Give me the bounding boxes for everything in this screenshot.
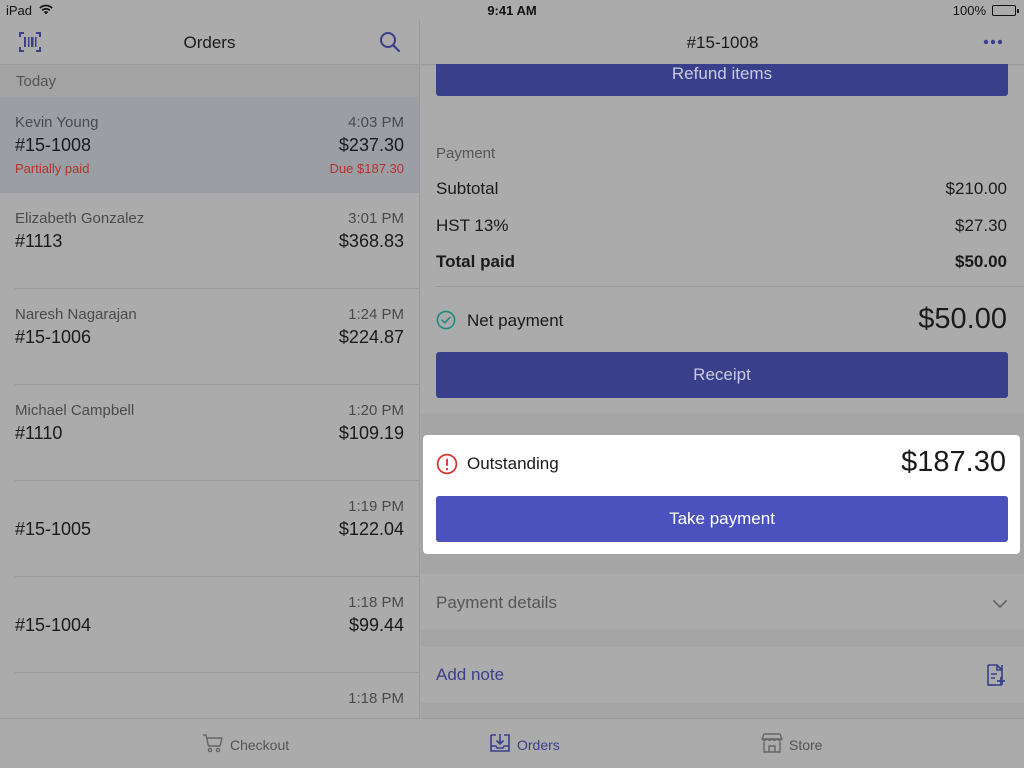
payment-divider (436, 286, 1024, 287)
order-row[interactable]: Michael Campbell 1:20 PM #1110 $109.19 (0, 385, 419, 481)
order-amount: $237.30 (338, 135, 404, 155)
total-paid-label: Total paid (436, 252, 516, 271)
tax-value: $27.30 (955, 216, 1007, 235)
payment-card: Payment Subtotal $210.00 HST 13% $27.30 … (421, 128, 1024, 414)
amount-due: Due $187.30 (329, 161, 404, 176)
order-row[interactable]: Elizabeth Gonzalez 3:01 PM #1113 $368.83 (0, 193, 419, 289)
order-time: 1:20 PM (348, 402, 404, 419)
orders-icon (489, 733, 511, 756)
order-number: #1113 (15, 231, 63, 251)
status-right: 100% (952, 3, 1019, 18)
tax-label: HST 13% (436, 216, 509, 235)
tab-orders-label: Orders (517, 736, 560, 753)
order-number: #15-1004 (15, 615, 92, 635)
add-note-label: Add note (436, 665, 505, 684)
tab-store[interactable]: Store (761, 733, 822, 756)
order-row[interactable]: Kevin Young 4:03 PM #15-1008 $237.30 Par… (0, 97, 419, 193)
refund-card: Refund items (421, 64, 1024, 130)
payment-section-label: Payment (436, 145, 496, 162)
total-paid-value: $50.00 (955, 252, 1007, 271)
order-number: #15-1006 (15, 327, 92, 347)
status-bar: iPad 9:41 AM 100% (0, 0, 1024, 20)
tab-store-label: Store (789, 736, 823, 753)
alert-circle-icon (436, 453, 458, 475)
take-payment-label: Take payment (669, 509, 775, 528)
more-options-icon[interactable] (981, 32, 1005, 52)
order-amount: $109.19 (338, 423, 404, 443)
order-row[interactable]: 1:18 PM #15-1004 $99.44 (0, 577, 419, 673)
order-amount: $122.04 (338, 519, 404, 539)
total-paid-row: Total paid $50.00 (436, 252, 1007, 272)
net-payment-label: Net payment (467, 311, 564, 330)
tab-orders[interactable]: Orders (489, 733, 560, 756)
subtotal-label: Subtotal (436, 179, 499, 198)
battery-icon (992, 5, 1019, 16)
add-note-icon[interactable] (985, 663, 1009, 687)
outstanding-amount: $187.30 (901, 446, 1006, 478)
customer-name: Naresh Nagarajan (15, 306, 137, 323)
tab-checkout-label: Checkout (230, 736, 290, 753)
outstanding-card: Outstanding $187.30 Take payment (423, 435, 1020, 554)
tax-row: HST 13% $27.30 (436, 216, 1007, 236)
order-detail-header: #15-1008 (421, 20, 1024, 65)
subtotal-row: Subtotal $210.00 (436, 179, 1007, 199)
clock: 9:41 AM (487, 3, 537, 18)
order-time: 3:01 PM (348, 210, 404, 227)
net-payment-value: $50.00 (918, 303, 1007, 335)
chevron-down-icon (992, 596, 1008, 609)
refund-items-button[interactable]: Refund items (436, 64, 1008, 96)
customer-name: Elizabeth Gonzalez (15, 210, 145, 227)
store-icon (761, 733, 783, 756)
order-row[interactable]: Naresh Nagarajan 1:24 PM #15-1006 $224.8… (0, 289, 419, 385)
order-amount: $224.87 (338, 327, 404, 347)
order-row[interactable]: 1:18 PM (0, 673, 419, 718)
orders-title: Orders (183, 33, 236, 52)
outstanding-label: Outstanding (467, 454, 559, 473)
payment-status: Partially paid (15, 161, 90, 176)
customer-name: Kevin Young (15, 114, 99, 131)
check-circle-icon (436, 310, 456, 330)
order-time: 4:03 PM (348, 114, 404, 131)
take-payment-button[interactable]: Take payment (436, 496, 1008, 542)
order-amount: $368.83 (338, 231, 404, 251)
receipt-button[interactable]: Receipt (436, 352, 1008, 398)
order-time: 1:18 PM (348, 594, 404, 611)
refund-items-label: Refund items (671, 64, 773, 83)
cart-icon (202, 733, 224, 756)
order-time: 1:18 PM (348, 690, 404, 707)
order-amount: $99.44 (348, 615, 404, 635)
subtotal-value: $210.00 (945, 179, 1007, 198)
order-number: #15-1008 (15, 135, 92, 155)
order-detail-title: #15-1008 (686, 33, 759, 52)
receipt-label: Receipt (693, 365, 751, 384)
payment-details-label: Payment details (436, 593, 557, 612)
customer-name: Michael Campbell (15, 402, 135, 419)
tab-bar: Checkout Orders Store (0, 718, 1024, 768)
order-time: 1:24 PM (348, 306, 404, 323)
order-row[interactable]: 1:19 PM #15-1005 $122.04 (0, 481, 419, 577)
search-icon[interactable] (378, 30, 402, 54)
payment-details-row[interactable]: Payment details (421, 574, 1024, 630)
order-number: #1110 (15, 423, 63, 443)
order-detail-pane: #15-1008 Refund items Payment Subtotal $… (421, 20, 1024, 718)
orders-header: Orders (0, 20, 419, 65)
order-time: 1:19 PM (348, 498, 404, 515)
tab-checkout[interactable]: Checkout (202, 733, 289, 756)
battery-percent: 100% (952, 3, 986, 18)
section-header-today: Today (0, 65, 419, 97)
order-number: #15-1005 (15, 519, 92, 539)
orders-pane: Orders Today Kevin Young 4:03 PM #15-100… (0, 20, 420, 718)
add-note-row[interactable]: Add note (421, 647, 1024, 703)
